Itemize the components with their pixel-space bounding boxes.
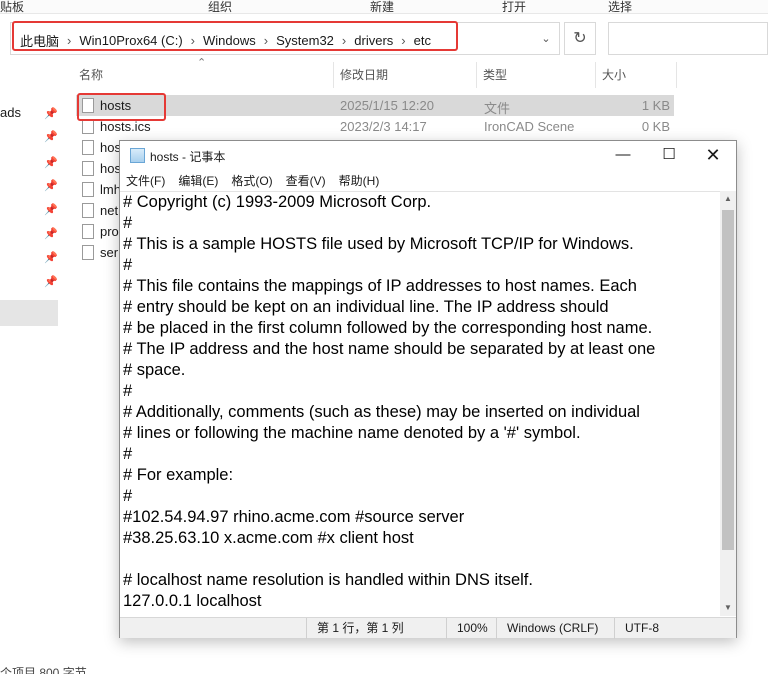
pin-icon: 📌 (44, 252, 58, 264)
file-name: ser (100, 245, 119, 260)
pin-icon: 📌 (44, 180, 58, 192)
text-line: # (123, 382, 133, 400)
file-name: lmh (100, 182, 121, 197)
window-title: hosts - 记事本 (150, 150, 226, 164)
pin-icon: 📌 (44, 108, 58, 120)
file-size: 1 KB (641, 98, 670, 113)
file-icon (82, 182, 94, 197)
file-icon (82, 203, 94, 218)
scroll-up-icon[interactable]: ▲ (720, 191, 736, 207)
pin-icon: 📌 (44, 131, 58, 143)
file-name: hos (100, 161, 121, 176)
explorer-status-text: 个项目 800 字节 (0, 666, 87, 674)
notepad-app-icon (130, 148, 145, 163)
menu-format[interactable]: 格式(O) (231, 171, 272, 191)
text-line: # This file contains the mappings of IP … (123, 277, 637, 295)
nav-item-selected[interactable] (0, 300, 58, 326)
file-name: pro (100, 224, 119, 239)
vertical-scrollbar[interactable]: ▲ ▼ (720, 191, 736, 616)
text-line: # space. (123, 361, 186, 379)
pin-icon: 📌 (44, 204, 58, 216)
file-icon (82, 161, 94, 176)
text-line: # lines or following the machine name de… (123, 424, 581, 442)
menu-file[interactable]: 文件(F) (126, 171, 165, 191)
ribbon-group-new[interactable]: 新建 (370, 0, 394, 15)
file-icon (82, 245, 94, 260)
refresh-button[interactable]: ↻ (564, 22, 596, 55)
column-header-size[interactable]: 大小 (597, 62, 677, 88)
file-icon (82, 140, 94, 155)
file-name: hosts.ics (100, 119, 151, 134)
status-encoding: UTF-8 (614, 618, 736, 639)
close-button[interactable]: ✕ (690, 141, 736, 171)
pin-icon: 📌 (44, 228, 58, 240)
text-line: # localhost name resolution is handled w… (123, 571, 533, 589)
nav-item-downloads[interactable]: ads (0, 105, 21, 120)
refresh-icon: ↻ (573, 30, 587, 47)
notepad-window: hosts - 记事本 — ☐ ✕ 文件(F) 编辑(E) 格式(O) 查看(V… (119, 140, 737, 639)
text-line: # (123, 214, 133, 232)
address-highlight-box (12, 21, 458, 51)
text-line: # (123, 487, 133, 505)
ribbon-group-select[interactable]: 选择 (608, 0, 632, 15)
file-icon (82, 224, 94, 239)
text-line: # This is a sample HOSTS file used by Mi… (123, 235, 634, 253)
text-line: # entry should be kept on an individual … (123, 298, 609, 316)
text-line: # For example: (123, 466, 234, 484)
text-line (120, 549, 720, 570)
text-line: # The IP address and the host name shoul… (123, 340, 656, 358)
notepad-title-bar[interactable]: hosts - 记事本 — ☐ ✕ (120, 141, 736, 171)
text-editor-area[interactable]: # Copyright (c) 1993-2009 Microsoft Corp… (120, 191, 720, 616)
ribbon-group-open[interactable]: 打开 (502, 0, 526, 15)
column-header-modified[interactable]: 修改日期 (335, 62, 477, 88)
minimize-button[interactable]: — (600, 141, 646, 171)
file-date: 2023/2/3 14:17 (340, 119, 427, 134)
scrollbar-thumb[interactable] (722, 210, 734, 550)
status-zoom: 100% (446, 618, 496, 639)
maximize-button[interactable]: ☐ (646, 141, 692, 171)
menu-edit[interactable]: 编辑(E) (178, 171, 218, 191)
column-header-type[interactable]: 类型 (478, 62, 596, 88)
column-header-name[interactable]: 名称 (74, 62, 334, 88)
file-type: IronCAD Scene (484, 119, 575, 134)
ribbon-group-labels: 贴板 组织 新建 打开 选择 (0, 0, 768, 14)
minimize-icon: — (615, 146, 631, 163)
scroll-down-icon[interactable]: ▼ (720, 600, 736, 616)
file-name: net (100, 203, 119, 218)
chevron-down-icon[interactable]: ⌄ (537, 30, 555, 48)
text-line: # Copyright (c) 1993-2009 Microsoft Corp… (123, 193, 432, 211)
maximize-icon: ☐ (662, 146, 676, 163)
status-line-ending: Windows (CRLF) (496, 618, 614, 639)
file-date: 2025/1/15 12:20 (340, 98, 434, 113)
notepad-status-bar: 第 1 行，第 1 列 100% Windows (CRLF) UTF-8 (120, 617, 736, 639)
text-line: # Additionally, comments (such as these)… (123, 403, 640, 421)
file-icon (82, 119, 94, 134)
file-name: hos (100, 140, 121, 155)
close-icon: ✕ (705, 145, 721, 165)
text-line: #102.54.94.97 rhino.acme.com #source ser… (123, 508, 465, 526)
ribbon-group-organize[interactable]: 组织 (208, 0, 232, 15)
menu-bar: 文件(F) 编辑(E) 格式(O) 查看(V) 帮助(H) (120, 171, 736, 191)
text-line: # be placed in the first column followed… (123, 319, 653, 337)
text-line: #38.25.63.10 x.acme.com #x client host (123, 529, 414, 547)
text-line: # (123, 256, 133, 274)
text-line: # (123, 445, 133, 463)
hosts-highlight-box (77, 93, 166, 121)
menu-view[interactable]: 查看(V) (286, 171, 326, 191)
pin-icon: 📌 (44, 157, 58, 169)
file-size: 0 KB (641, 119, 670, 134)
status-cursor-position: 第 1 行，第 1 列 (306, 618, 446, 639)
file-type: 文件 (484, 101, 511, 116)
search-input[interactable] (608, 22, 768, 55)
text-line: 127.0.0.1 localhost (123, 592, 262, 610)
menu-help[interactable]: 帮助(H) (339, 171, 380, 191)
ribbon-group-clipboard[interactable]: 贴板 (0, 0, 24, 15)
pin-icon: 📌 (44, 276, 58, 288)
